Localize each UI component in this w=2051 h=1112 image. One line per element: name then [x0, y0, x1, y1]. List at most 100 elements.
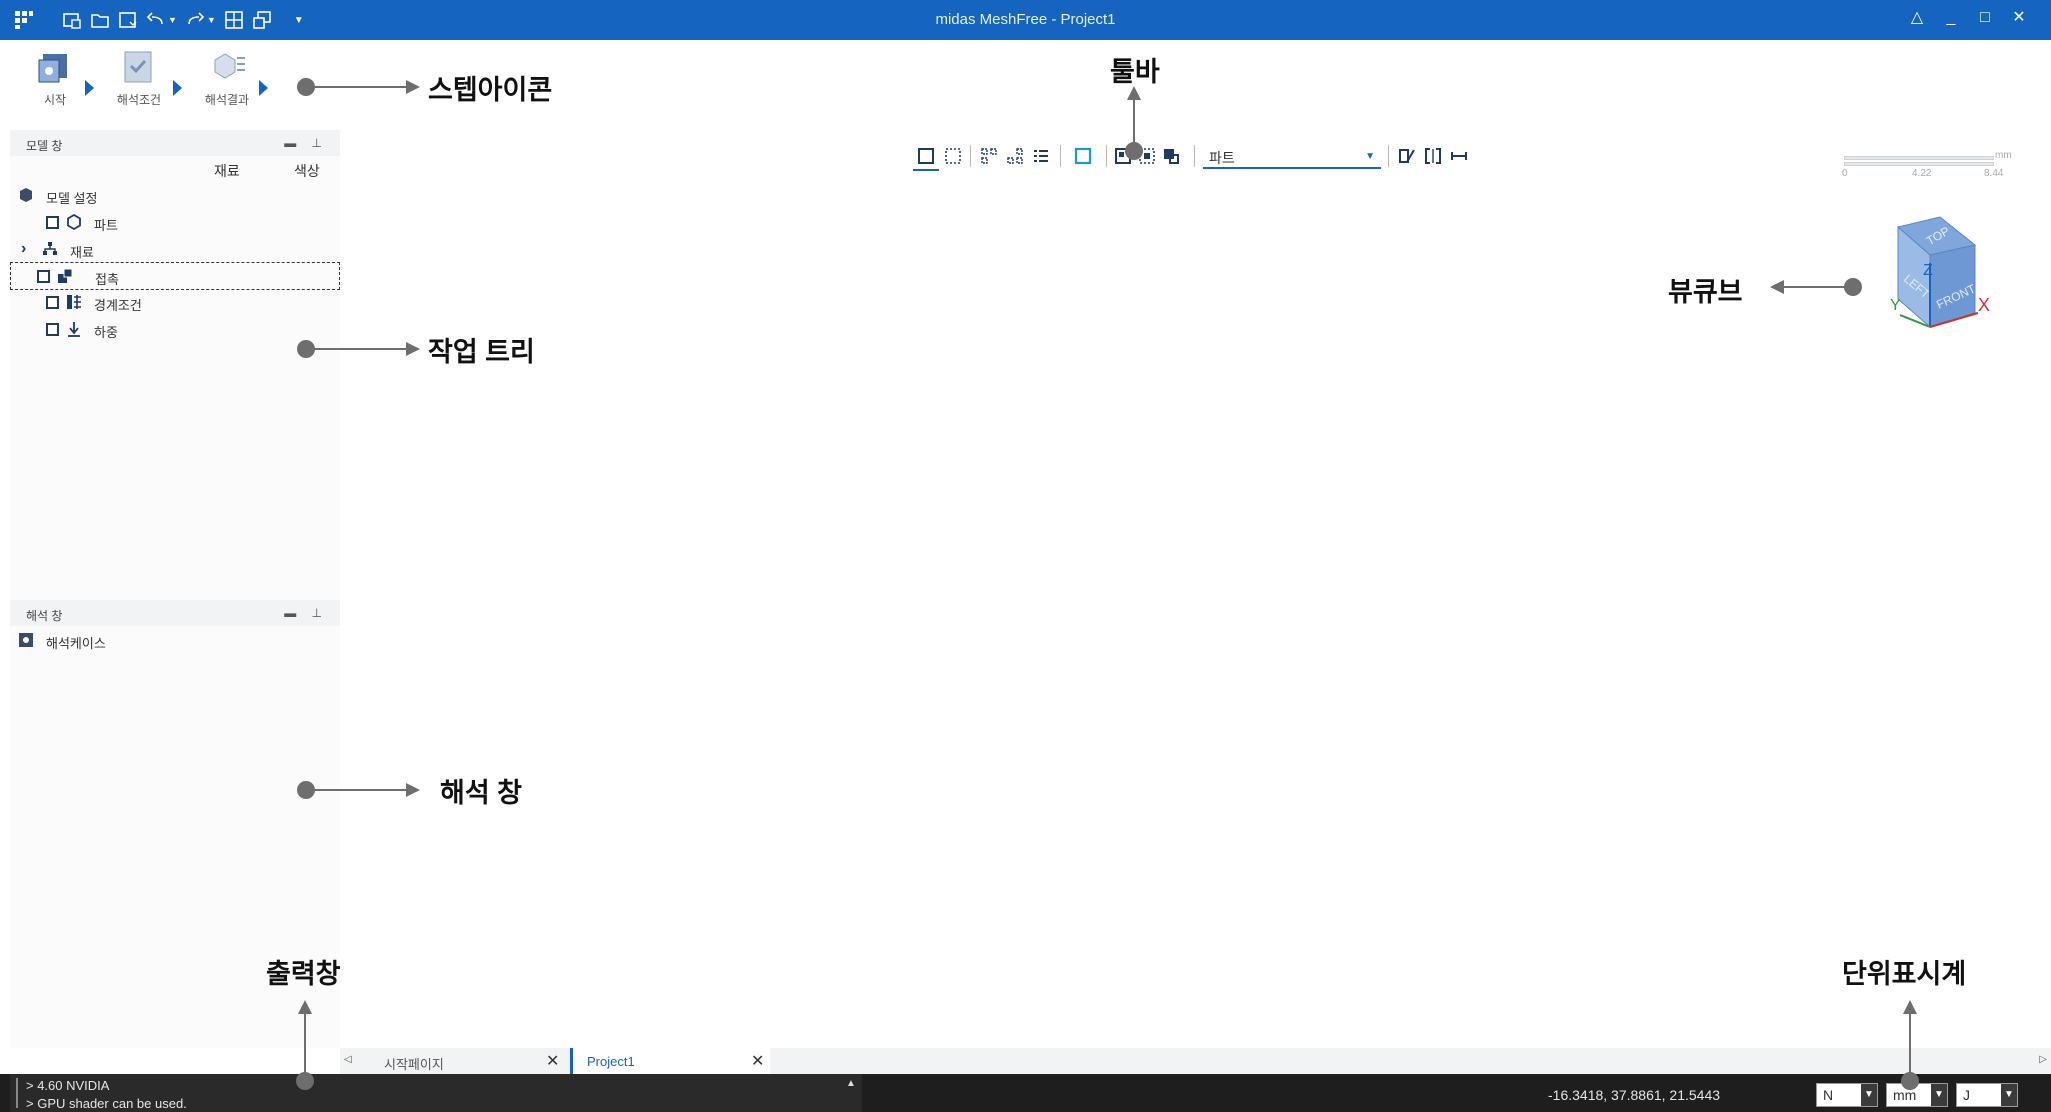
tab-label: 시작페이지 — [384, 1057, 444, 1072]
contact-checkbox[interactable] — [37, 270, 50, 283]
step-analysis-result[interactable]: 해석결과 — [192, 48, 262, 108]
tree-item-part[interactable]: 파트 — [10, 209, 340, 235]
output-line: > GPU shader can be used. — [26, 1096, 187, 1111]
tab-scroll-right-icon[interactable]: ▷ — [2039, 1054, 2047, 1065]
output-expand-icon[interactable]: ▲ — [846, 1078, 856, 1089]
axis-x-label: X — [1978, 295, 1990, 315]
tree-item-load[interactable]: 하중 — [10, 316, 340, 342]
tab-scroll-left-icon[interactable]: ◁ — [344, 1054, 352, 1065]
maximize-icon[interactable]: □ — [1977, 10, 1993, 26]
view-cube[interactable]: TOP LEFT FRONT Z Y X — [1850, 215, 1990, 350]
material-icon — [43, 242, 57, 255]
column-header-color: 색상 — [294, 163, 320, 179]
close-tab-icon[interactable]: ✕ — [546, 1051, 559, 1071]
tree-item-boundary-condition[interactable]: 경계조건 — [10, 289, 340, 315]
window-controls: △ _ □ ✕ — [1909, 10, 2027, 26]
cursor-coordinates: -16.3418, 37.8861, 21.5443 — [1548, 1087, 1721, 1103]
axis-z-label: Z — [1923, 262, 1933, 279]
select-all-icon[interactable] — [980, 147, 998, 165]
select-filter-value: 파트 — [1209, 150, 1235, 166]
chevron-down-icon: ▼ — [1365, 151, 1375, 162]
tree-item-material[interactable]: › 재료 — [10, 236, 340, 262]
tree-item-analysis-case[interactable]: 해석케이스 — [10, 627, 340, 653]
minimize-icon[interactable]: _ — [1943, 10, 1959, 26]
tab-start-page[interactable]: 시작페이지 ✕ — [380, 1048, 570, 1074]
analysis-condition-step-icon — [124, 51, 152, 83]
tree-item-contact[interactable]: 접촉 — [10, 262, 340, 290]
force-unit-select[interactable]: N ▼ — [1816, 1083, 1878, 1107]
force-unit-value: N — [1823, 1087, 1834, 1103]
annotation-dot — [1844, 278, 1862, 296]
boundary-condition-icon — [67, 295, 81, 309]
window-select-icon[interactable] — [944, 147, 962, 165]
model-panel-header: 모델 창 ▬ ⊥ — [10, 130, 340, 156]
panel-pin-icon[interactable]: ▬ ⊥ — [284, 606, 328, 620]
select-reverse-icon[interactable] — [1006, 147, 1024, 165]
annotation-output-window: 출력창 — [266, 959, 341, 989]
tree-item-label: 모델 설정 — [46, 191, 98, 206]
scale-bar-tick: 0 — [1842, 168, 1848, 179]
tab-project1[interactable]: Project1 ✕ — [570, 1048, 770, 1074]
load-icon — [68, 322, 80, 337]
annotation-view-cube: 뷰큐브 — [1668, 277, 1743, 307]
start-step-icon — [38, 54, 67, 83]
step-analysis-condition[interactable]: 해석조건 — [104, 48, 174, 108]
step-start[interactable]: 시작 — [20, 48, 90, 108]
load-checkbox[interactable] — [46, 323, 59, 336]
analysis-case-icon — [19, 633, 33, 647]
box-select-icon[interactable] — [917, 147, 935, 165]
scale-bar-tick: 4.22 — [1912, 168, 1932, 179]
model-viewport[interactable] — [340, 40, 2051, 1052]
annotation-dot — [1901, 1072, 1919, 1090]
annotation-toolbar: 툴바 — [1110, 57, 1160, 87]
scale-bar: mm 0 4.22 8.44 — [1842, 150, 2012, 180]
edge-select-icon[interactable] — [1162, 147, 1180, 165]
panel-pin-icon[interactable]: ▬ ⊥ — [284, 136, 328, 150]
tree-item-label: 하중 — [94, 325, 118, 340]
active-tool-underline — [913, 169, 939, 171]
close-icon[interactable]: ✕ — [2011, 10, 2027, 26]
model-settings-icon — [20, 188, 32, 202]
part-icon — [67, 214, 81, 230]
step-arrow-icon — [85, 80, 94, 96]
section-view-icon[interactable] — [1398, 147, 1416, 165]
ribbon-toggle-icon[interactable]: △ — [1909, 10, 1925, 26]
chevron-down-icon: ▼ — [1931, 1084, 1947, 1106]
tree-item-model-settings[interactable]: 모델 설정 — [10, 182, 340, 208]
annotation-work-tree: 작업 트리 — [428, 337, 535, 367]
app-window: ▼ ▼ ▼ midas MeshFree - Project1 △ _ □ ✕ … — [0, 0, 2051, 1112]
chevron-down-icon: ▼ — [1861, 1084, 1877, 1106]
analysis-panel-header: 해석 창 ▬ ⊥ — [10, 600, 340, 626]
list-select-icon[interactable] — [1032, 147, 1050, 165]
step-arrow-icon — [259, 80, 268, 96]
annotation-analysis-window: 해석 창 — [440, 778, 523, 808]
analysis-panel-title: 해석 창 — [26, 609, 63, 623]
output-line: > 4.60 NVIDIA — [26, 1078, 110, 1093]
scale-bar-unit: mm — [1995, 150, 2012, 161]
boundary-condition-checkbox[interactable] — [46, 296, 59, 309]
title-bar: ▼ ▼ ▼ midas MeshFree - Project1 △ _ □ ✕ — [0, 0, 2051, 40]
step-analysis-result-label: 해석결과 — [204, 93, 250, 107]
annotation-arrow-icon — [406, 80, 420, 94]
tab-label: Project1 — [587, 1054, 635, 1069]
part-checkbox[interactable] — [46, 216, 59, 229]
close-tab-icon[interactable]: ✕ — [751, 1051, 764, 1071]
energy-unit-select[interactable]: J ▼ — [1956, 1083, 2018, 1107]
annotation-dot — [296, 1072, 314, 1090]
single-select-icon[interactable] — [1074, 147, 1092, 165]
clip-view-icon[interactable] — [1424, 147, 1442, 165]
tree-item-label: 재료 — [70, 245, 94, 260]
window-title: midas MeshFree - Project1 — [935, 11, 1116, 28]
measure-distance-icon[interactable] — [1450, 147, 1468, 165]
expand-chevron-icon[interactable]: › — [21, 240, 26, 258]
scale-bar-tick: 8.44 — [1984, 168, 2004, 179]
tree-item-label: 해석케이스 — [46, 636, 106, 651]
step-arrow-icon — [173, 80, 182, 96]
analysis-result-step-icon — [214, 53, 245, 79]
model-panel-title: 모델 창 — [26, 139, 63, 153]
contact-icon — [58, 268, 73, 283]
output-window[interactable]: > 4.60 NVIDIA > GPU shader can be used. … — [10, 1074, 862, 1112]
step-start-label: 시작 — [43, 93, 67, 107]
energy-unit-value: J — [1963, 1087, 1970, 1103]
select-filter-dropdown[interactable]: 파트 ▼ — [1203, 145, 1381, 169]
